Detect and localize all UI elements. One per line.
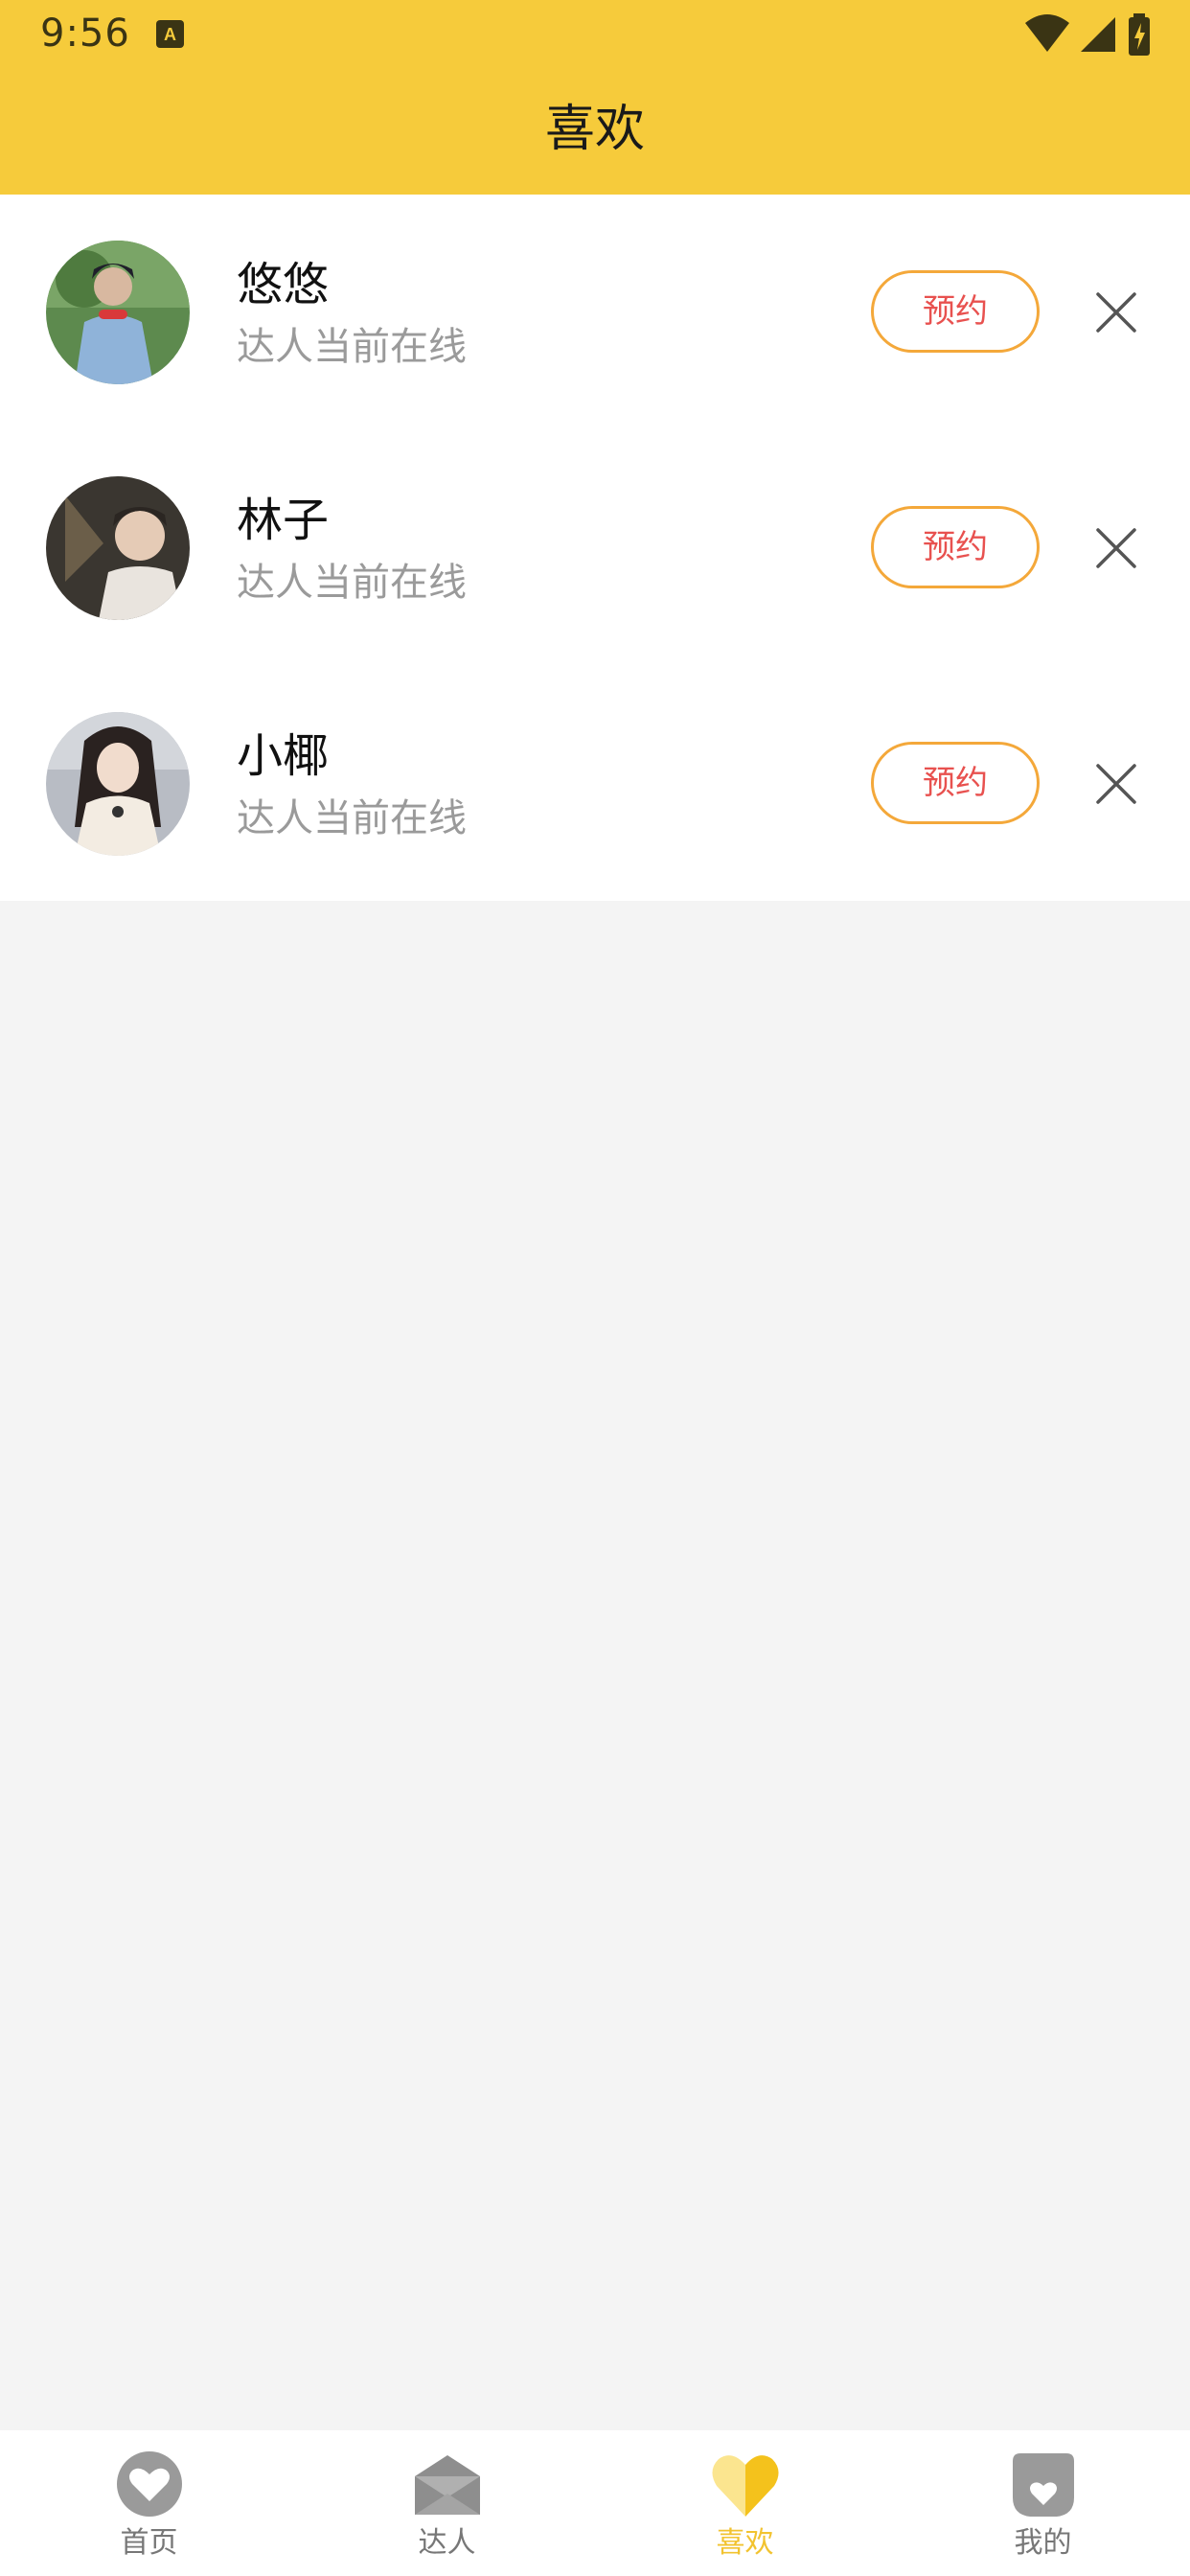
tab-label: 首页: [120, 2526, 178, 2560]
tab-label: 喜欢: [716, 2526, 774, 2560]
close-icon[interactable]: [1095, 291, 1137, 334]
a-notification-icon: A: [156, 20, 184, 48]
user-name: 林子: [237, 494, 330, 547]
envelope-icon: [414, 2455, 480, 2515]
status-time: 9:56: [40, 12, 130, 56]
signal-icon: [1081, 17, 1115, 52]
book-button[interactable]: 预约: [871, 742, 1040, 824]
user-name: 小椰: [237, 729, 330, 783]
app-header: 9:56 A 喜欢: [0, 0, 1190, 195]
svg-text:A: A: [164, 25, 176, 44]
avatar-image: [46, 241, 190, 384]
tab-home[interactable]: 首页: [0, 2430, 298, 2576]
online-status: 达人当前在线: [237, 561, 467, 605]
tab-mine[interactable]: 我的: [894, 2430, 1190, 2576]
list-item[interactable]: 林子 达人当前在线 预约: [0, 430, 1190, 666]
list-item[interactable]: 悠悠 达人当前在线 预约: [0, 195, 1190, 430]
page-title: 喜欢: [544, 101, 645, 158]
avatar-image: [46, 712, 190, 856]
book-button[interactable]: 预约: [871, 506, 1040, 588]
heart-home-icon: [116, 2451, 182, 2517]
wifi-icon: [1025, 14, 1069, 52]
close-icon[interactable]: [1095, 527, 1137, 569]
book-button[interactable]: 预约: [871, 270, 1040, 353]
status-bar: 9:56 A: [0, 0, 1190, 69]
avatar[interactable]: [46, 712, 190, 856]
close-icon[interactable]: [1095, 763, 1137, 805]
tab-label: 我的: [1014, 2526, 1072, 2560]
avatar-image: [46, 476, 190, 620]
liked-list: 悠悠 达人当前在线 预约 林子 达人当前在线 预约 小椰 达人当前在线 预约: [0, 195, 1190, 901]
list-item[interactable]: 小椰 达人当前在线 预约: [0, 666, 1190, 902]
battery-charging-icon: [1129, 13, 1150, 56]
tab-label: 达人: [418, 2526, 476, 2560]
bottom-tab-bar: 首页 达人 喜欢 我的: [0, 2430, 1190, 2576]
online-status: 达人当前在线: [237, 796, 467, 840]
profile-heart-icon: [1012, 2453, 1074, 2517]
avatar[interactable]: [46, 241, 190, 384]
online-status: 达人当前在线: [237, 325, 467, 369]
user-name: 悠悠: [237, 258, 330, 311]
tab-experts[interactable]: 达人: [298, 2430, 596, 2576]
heart-like-icon: [711, 2455, 779, 2517]
tab-likes[interactable]: 喜欢: [596, 2430, 894, 2576]
avatar[interactable]: [46, 476, 190, 620]
